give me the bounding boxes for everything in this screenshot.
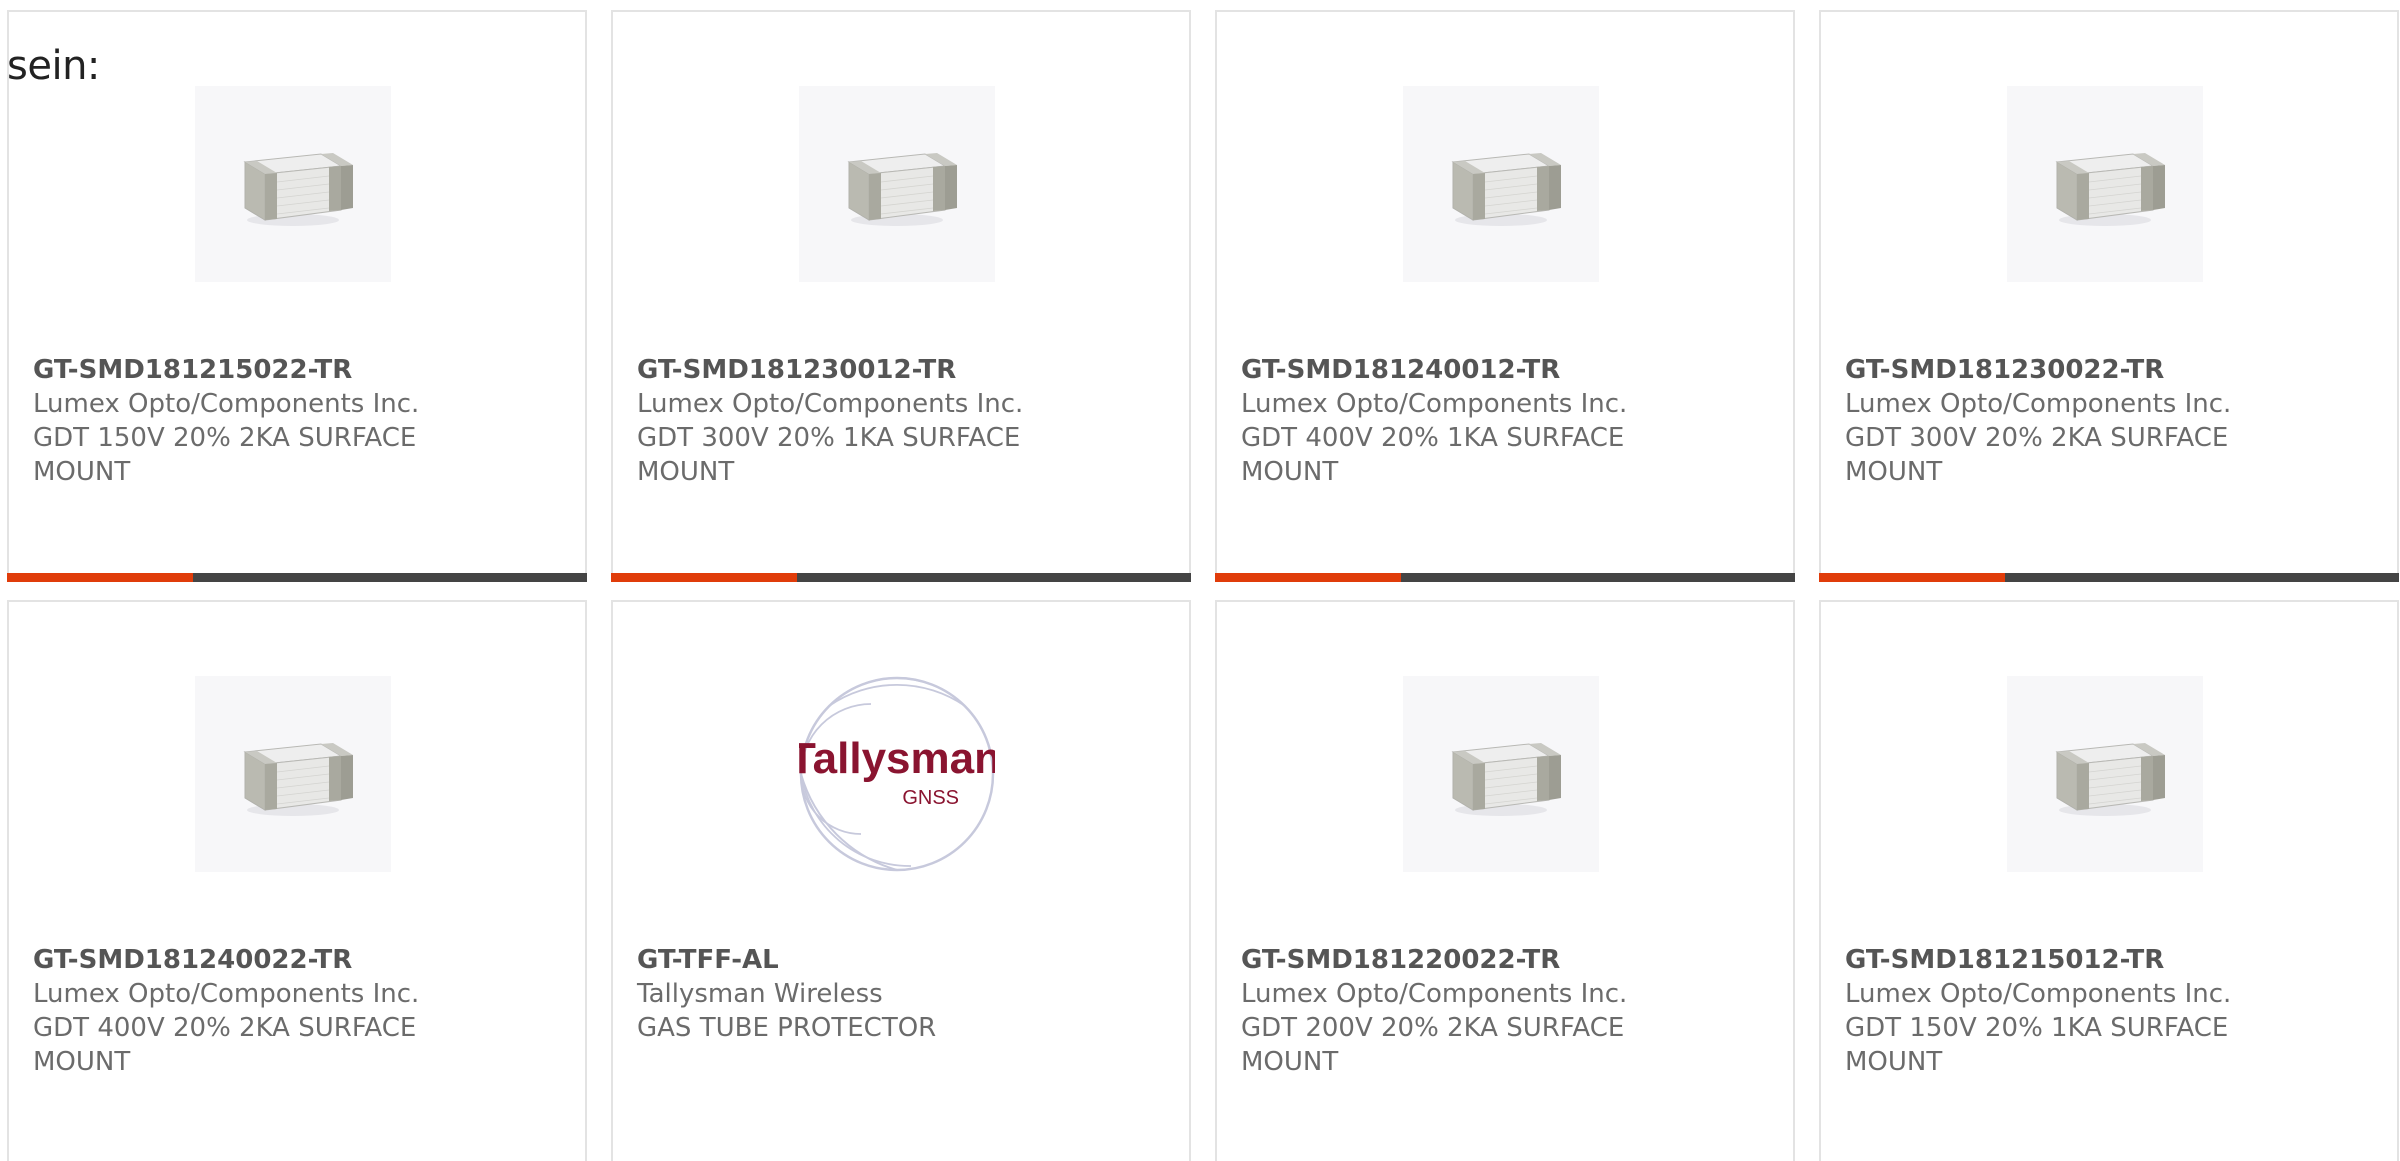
- part-number-link[interactable]: GT-SMD181230022-TR: [1845, 353, 2365, 387]
- manufacturer: Lumex Opto/Components Inc.: [1845, 389, 2232, 419]
- manufacturer: Tallysman Wireless: [637, 979, 883, 1009]
- description: GDT 300V 20% 2KA SURFACE MOUNT: [1845, 423, 2229, 487]
- description: GDT 400V 20% 1KA SURFACE MOUNT: [1241, 423, 1625, 487]
- product-card[interactable]: GT-SMD181215012-TR Lumex Opto/Components…: [1819, 600, 2399, 1161]
- description: GDT 300V 20% 1KA SURFACE MOUNT: [637, 423, 1021, 487]
- product-grid-page: sein: GT-SMD181215022-TR Lumex Opto/Comp…: [0, 0, 2400, 1161]
- product-text: GT-SMD181240012-TR Lumex Opto/Components…: [1241, 353, 1761, 489]
- description: GDT 150V 20% 2KA SURFACE MOUNT: [33, 423, 417, 487]
- product-text: GT-TFF-AL Tallysman Wireless GAS TUBE PR…: [637, 943, 1157, 1045]
- description: GAS TUBE PROTECTOR: [637, 1013, 937, 1043]
- smd-component-icon[interactable]: [1403, 86, 1599, 282]
- description: GDT 200V 20% 2KA SURFACE MOUNT: [1241, 1013, 1625, 1077]
- tallysman-logo[interactable]: Tallysman GNSS: [799, 676, 995, 872]
- product-card[interactable]: GT-SMD181220022-TR Lumex Opto/Components…: [1215, 600, 1795, 1161]
- part-number-link[interactable]: GT-SMD181240012-TR: [1241, 353, 1761, 387]
- manufacturer: Lumex Opto/Components Inc.: [1241, 389, 1628, 419]
- progress-bar-fill: [7, 573, 193, 582]
- smd-component-icon[interactable]: [2007, 676, 2203, 872]
- product-text: GT-SMD181220022-TR Lumex Opto/Components…: [1241, 943, 1761, 1079]
- progress-bar-fill: [611, 573, 797, 582]
- product-card[interactable]: GT-SMD181215022-TR Lumex Opto/Components…: [7, 10, 587, 582]
- manufacturer: Lumex Opto/Components Inc.: [1241, 979, 1628, 1009]
- product-text: GT-SMD181215012-TR Lumex Opto/Components…: [1845, 943, 2365, 1079]
- part-number-link[interactable]: GT-SMD181215012-TR: [1845, 943, 2365, 977]
- smd-component-icon[interactable]: [195, 676, 391, 872]
- description: GDT 400V 20% 2KA SURFACE MOUNT: [33, 1013, 417, 1077]
- part-number-link[interactable]: GT-SMD181215022-TR: [33, 353, 553, 387]
- manufacturer: Lumex Opto/Components Inc.: [33, 389, 420, 419]
- product-card[interactable]: GT-SMD181240022-TR Lumex Opto/Components…: [7, 600, 587, 1161]
- smd-component-icon[interactable]: [799, 86, 995, 282]
- description: GDT 150V 20% 1KA SURFACE MOUNT: [1845, 1013, 2229, 1077]
- product-text: GT-SMD181230012-TR Lumex Opto/Components…: [637, 353, 1157, 489]
- manufacturer: Lumex Opto/Components Inc.: [637, 389, 1024, 419]
- section-heading: sein:: [7, 43, 100, 89]
- logo-subtext: GNSS: [902, 787, 959, 809]
- product-text: GT-SMD181240022-TR Lumex Opto/Components…: [33, 943, 553, 1079]
- part-number-link[interactable]: GT-TFF-AL: [637, 943, 1157, 977]
- smd-component-icon[interactable]: [195, 86, 391, 282]
- progress-bar: [611, 573, 1191, 582]
- product-text: GT-SMD181230022-TR Lumex Opto/Components…: [1845, 353, 2365, 489]
- manufacturer: Lumex Opto/Components Inc.: [33, 979, 420, 1009]
- product-card[interactable]: GT-SMD181230022-TR Lumex Opto/Components…: [1819, 10, 2399, 582]
- progress-bar: [1215, 573, 1795, 582]
- part-number-link[interactable]: GT-SMD181230012-TR: [637, 353, 1157, 387]
- product-text: GT-SMD181215022-TR Lumex Opto/Components…: [33, 353, 553, 489]
- progress-bar: [7, 573, 587, 582]
- progress-bar-fill: [1819, 573, 2005, 582]
- product-card[interactable]: GT-SMD181230012-TR Lumex Opto/Components…: [611, 10, 1191, 582]
- smd-component-icon[interactable]: [1403, 676, 1599, 872]
- manufacturer: Lumex Opto/Components Inc.: [1845, 979, 2232, 1009]
- part-number-link[interactable]: GT-SMD181220022-TR: [1241, 943, 1761, 977]
- smd-component-icon[interactable]: [2007, 86, 2203, 282]
- product-card[interactable]: Tallysman GNSS GT-TFF-AL Tallysman Wirel…: [611, 600, 1191, 1161]
- product-card[interactable]: GT-SMD181240012-TR Lumex Opto/Components…: [1215, 10, 1795, 582]
- part-number-link[interactable]: GT-SMD181240022-TR: [33, 943, 553, 977]
- progress-bar: [1819, 573, 2399, 582]
- logo-text: Tallysman: [799, 734, 995, 783]
- progress-bar-fill: [1215, 573, 1401, 582]
